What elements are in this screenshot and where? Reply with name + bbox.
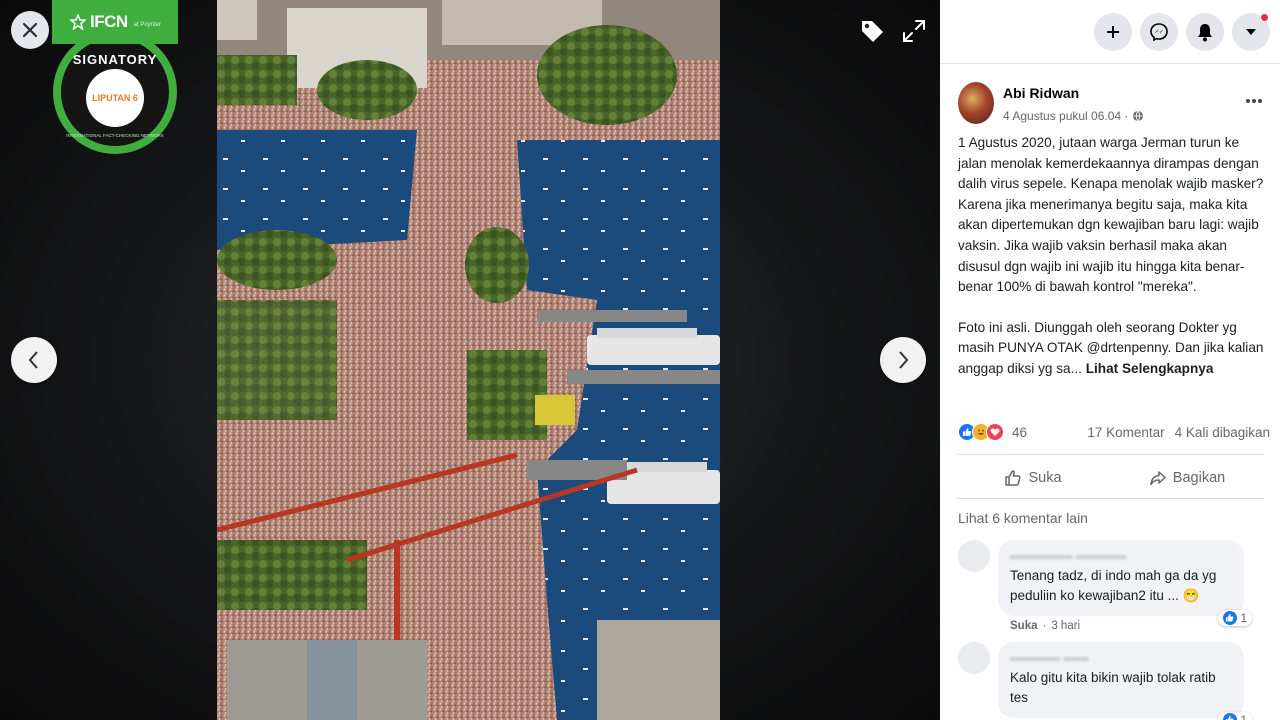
globe-icon (1133, 110, 1144, 122)
comment-text: Kalo gitu kita bikin wajib tolak ratib t… (1010, 670, 1216, 705)
messenger-button[interactable] (1140, 13, 1178, 51)
commenter-name-blurred[interactable]: ▬▬▬▬▬ ▬▬▬▬ (1010, 548, 1232, 564)
post-paragraph-2: Foto ini asli. Diunggah oleh seorang Dok… (958, 318, 1264, 380)
tag-icon (862, 21, 883, 42)
plus-icon (1107, 26, 1119, 38)
comment-text: Tenang tadz, di indo mah ga da yg peduli… (1010, 568, 1217, 603)
chevron-right-icon (899, 351, 909, 369)
post-photo[interactable] (217, 0, 720, 720)
photo-viewer: SIGNATORY LIPUTAN 6 INTERNATIONAL FACT-C… (0, 0, 940, 720)
comment-bubble: ▬▬▬▬▬ ▬▬▬▬ Tenang tadz, di indo mah ga d… (998, 540, 1252, 626)
comment-reaction-count: 1 (1240, 611, 1247, 625)
comments-count[interactable]: 17 Komentar (1087, 425, 1164, 440)
like-button[interactable]: Suka (956, 458, 1110, 498)
reactions-summary: 46 17 Komentar 4 Kali dibagikan (958, 420, 1270, 444)
notification-dot (1260, 13, 1269, 22)
caret-down-icon (1246, 29, 1256, 35)
tag-photo-button[interactable] (855, 14, 889, 48)
shares-count[interactable]: 4 Kali dibagikan (1175, 425, 1270, 440)
commenter-name-blurred[interactable]: ▬▬▬▬ ▬▬ (1010, 650, 1232, 666)
close-button[interactable] (11, 11, 49, 49)
ifcn-signatory-badge: SIGNATORY LIPUTAN 6 INTERNATIONAL FACT-C… (52, 0, 178, 156)
account-menu-button[interactable] (1232, 13, 1270, 51)
close-icon (22, 22, 38, 38)
post-actions: Suka Bagikan (956, 458, 1264, 498)
more-options-icon (1246, 99, 1262, 103)
thumbs-up-icon (963, 428, 972, 436)
reaction-count[interactable]: 46 (1012, 425, 1027, 440)
post-timestamp[interactable]: 4 Agustus pukul 06.04 · (1003, 109, 1144, 123)
fullscreen-icon (903, 20, 925, 42)
heart-icon (990, 428, 1000, 436)
previous-photo-button[interactable] (11, 337, 57, 383)
share-button-label: Bagikan (1172, 470, 1226, 486)
badge-header: IFCN at Poynter (52, 0, 178, 44)
post-paragraph-1: 1 Agustus 2020, jutaan warga Jerman turu… (958, 135, 1264, 295)
post-options-button[interactable] (1242, 92, 1266, 110)
bell-icon (1198, 24, 1212, 42)
like-reaction-icon (1223, 713, 1238, 720)
comment-item: ▬▬▬▬ ▬▬ Kalo gitu kita bikin wajib tolak… (958, 642, 1258, 720)
reaction-icons[interactable] (958, 423, 1004, 441)
author-avatar[interactable] (958, 82, 994, 124)
star-icon (70, 14, 86, 30)
post-stats: 17 Komentar 4 Kali dibagikan (1087, 425, 1270, 440)
comment-like-link[interactable]: Suka (1010, 620, 1038, 632)
fullscreen-button[interactable] (897, 14, 931, 48)
commenter-avatar[interactable] (958, 540, 990, 572)
commenter-avatar[interactable] (958, 642, 990, 674)
like-reaction-icon (1223, 611, 1238, 625)
meta-separator: · (1042, 620, 1047, 632)
liputan6-logo-text: LIPUTAN 6 (92, 93, 138, 103)
messenger-icon (1150, 23, 1168, 42)
love-reaction-icon (986, 423, 1004, 441)
next-photo-button[interactable] (880, 337, 926, 383)
post-header: Abi Ridwan 4 Agustus pukul 06.04 · (958, 82, 1266, 126)
share-icon (1150, 471, 1166, 486)
post-time-text: 4 Agustus pukul 06.04 · (1003, 109, 1129, 123)
comment-bubble: ▬▬▬▬ ▬▬ Kalo gitu kita bikin wajib tolak… (998, 642, 1252, 720)
badge-circle: SIGNATORY LIPUTAN 6 INTERNATIONAL FACT-C… (53, 30, 177, 154)
badge-inner: SIGNATORY LIPUTAN 6 INTERNATIONAL FACT-C… (61, 38, 169, 146)
create-button[interactable] (1094, 13, 1132, 51)
divider (956, 454, 1264, 455)
share-button[interactable]: Bagikan (1110, 458, 1264, 498)
notifications-button[interactable] (1186, 13, 1224, 51)
ifcn-text: IFCN (90, 12, 128, 31)
like-button-label: Suka (1028, 470, 1062, 486)
post-body: 1 Agustus 2020, jutaan warga Jerman turu… (958, 133, 1264, 380)
badge-signatory-text: SIGNATORY (72, 52, 158, 67)
divider (956, 498, 1264, 499)
comment-reaction[interactable]: 1 (1218, 712, 1252, 720)
comment-reaction-count: 1 (1240, 713, 1247, 720)
poynter-text: at Poynter (133, 22, 162, 28)
view-more-comments-link[interactable]: Lihat 6 komentar lain (958, 510, 1088, 526)
thumbs-up-outline-icon (1005, 470, 1022, 486)
comment-time[interactable]: 3 hari (1051, 620, 1080, 632)
comment-reaction[interactable]: 1 (1218, 610, 1252, 626)
panel-header (940, 0, 1280, 64)
post-details-panel: Abi Ridwan 4 Agustus pukul 06.04 · 1 Agu… (940, 0, 1280, 720)
chevron-left-icon (28, 351, 38, 369)
comment-item: ▬▬▬▬▬ ▬▬▬▬ Tenang tadz, di indo mah ga d… (958, 540, 1258, 640)
liputan6-logo: LIPUTAN 6 (86, 69, 144, 127)
badge-ring-text: INTERNATIONAL FACT-CHECKING NETWORK (66, 133, 164, 138)
comment-meta: Suka · 3 hari (1010, 620, 1080, 632)
author-name[interactable]: Abi Ridwan (1003, 85, 1079, 101)
aerial-crowd-image (217, 0, 720, 720)
see-more-link[interactable]: Lihat Selengkapnya (1086, 361, 1214, 376)
